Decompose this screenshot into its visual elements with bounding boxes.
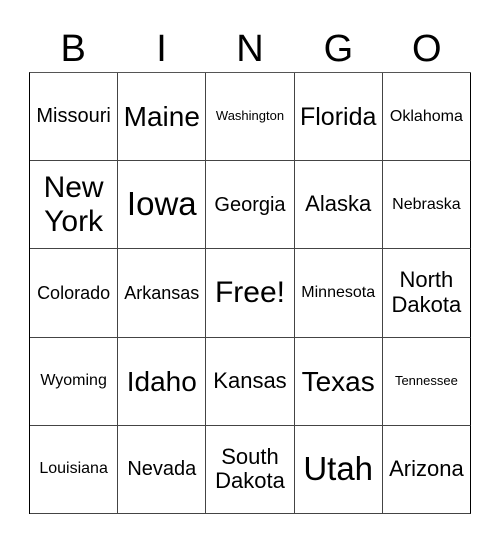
bingo-cell[interactable]: Utah — [294, 425, 383, 514]
bingo-cell[interactable]: Maine — [118, 73, 207, 162]
bingo-cell[interactable]: Arkansas — [118, 249, 207, 338]
bingo-cell[interactable]: Oklahoma — [382, 73, 471, 162]
bingo-cell[interactable]: South Dakota — [206, 425, 295, 514]
bingo-cell[interactable]: Nevada — [118, 425, 207, 514]
bingo-cell[interactable]: Missouri — [30, 73, 119, 162]
header-letter-b: B — [60, 28, 86, 70]
bingo-cell[interactable]: Louisiana — [30, 425, 119, 514]
bingo-cell[interactable]: Kansas — [206, 337, 295, 426]
bingo-cell[interactable]: Arizona — [382, 425, 471, 514]
bingo-cell[interactable]: Tennessee — [382, 337, 471, 426]
bingo-cell[interactable]: North Dakota — [382, 249, 471, 338]
free-space-cell[interactable]: Free! — [206, 249, 295, 338]
bingo-cell[interactable]: Colorado — [30, 249, 119, 338]
bingo-grid: Missouri Maine Washington Florida Oklaho… — [29, 72, 471, 514]
bingo-cell[interactable]: Georgia — [206, 161, 295, 250]
header-letter-o: O — [411, 28, 442, 70]
bingo-cell[interactable]: Minnesota — [294, 249, 383, 338]
bingo-cell[interactable]: Texas — [294, 337, 383, 426]
header-letter-i: I — [156, 28, 167, 70]
bingo-cell[interactable]: Idaho — [118, 337, 207, 426]
bingo-cell[interactable]: New York — [30, 161, 119, 250]
bingo-cell[interactable]: Nebraska — [382, 161, 471, 250]
bingo-cell[interactable]: Wyoming — [30, 337, 119, 426]
bingo-cell[interactable]: Washington — [206, 73, 295, 162]
bingo-cell[interactable]: Alaska — [294, 161, 383, 250]
header-letter-n: N — [236, 28, 264, 70]
bingo-header: B I N G O — [29, 26, 471, 72]
bingo-cell[interactable]: Iowa — [118, 161, 207, 250]
bingo-cell[interactable]: Florida — [294, 73, 383, 162]
header-letter-g: G — [323, 28, 354, 70]
